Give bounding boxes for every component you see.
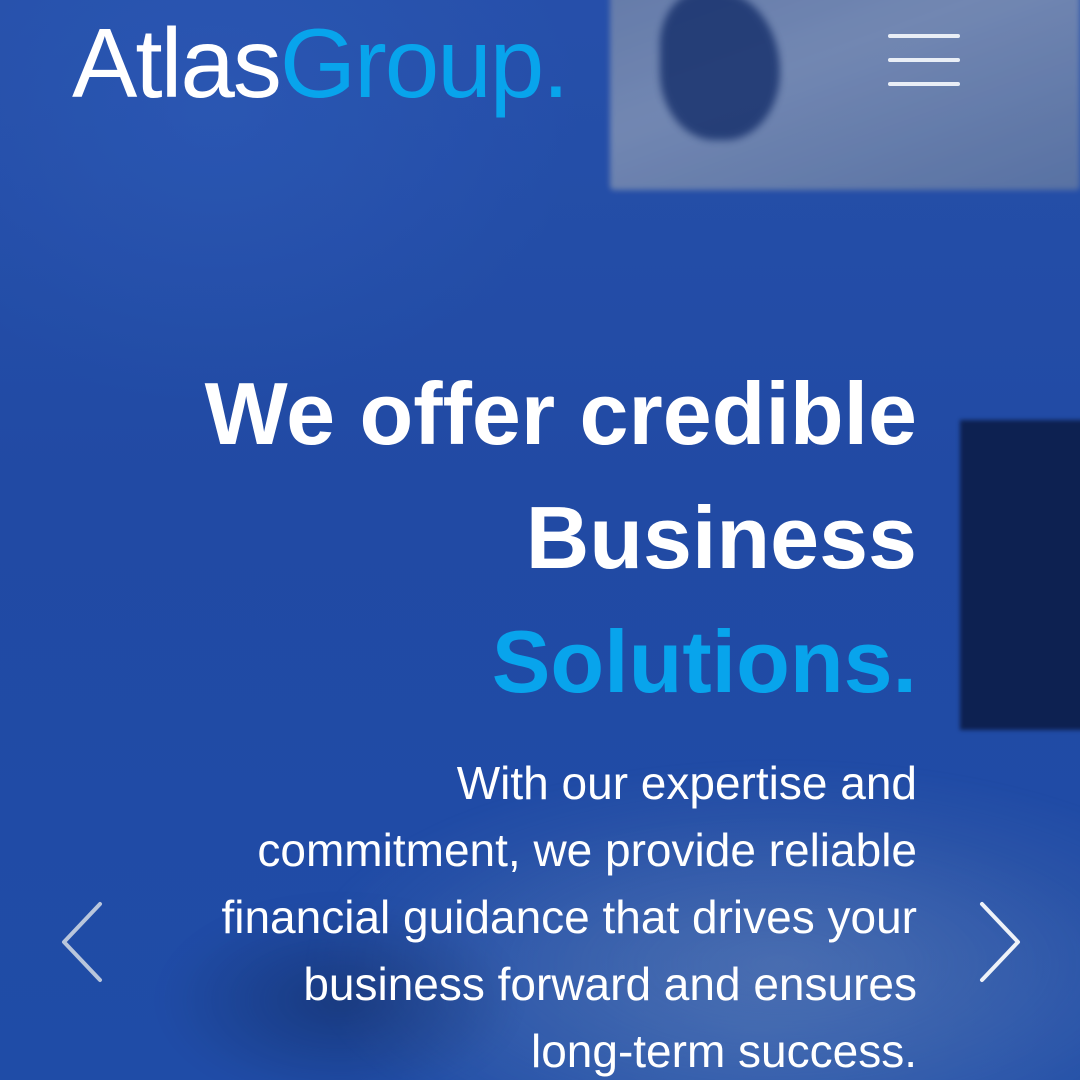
carousel-prev-button[interactable] <box>58 900 108 984</box>
hero-section: AtlasGroup. We offer credible Business S… <box>0 0 1080 1080</box>
description-line-2: commitment, we provide reliable <box>257 824 917 876</box>
carousel-next-button[interactable] <box>974 900 1024 984</box>
logo-dot: . <box>542 8 569 118</box>
chevron-left-icon <box>62 902 102 982</box>
chevron-right-icon <box>980 902 1020 982</box>
description-line-5: long-term success. <box>530 1025 917 1077</box>
description-line-1: With our expertise and <box>456 757 917 809</box>
brand-logo[interactable]: AtlasGroup. <box>72 8 570 118</box>
headline-line-3: Solutions. <box>491 612 917 711</box>
description-line-4: business forward and ensures <box>303 958 917 1010</box>
headline-line-1: We offer credible <box>204 364 917 463</box>
hero-description: With our expertise and commitment, we pr… <box>157 750 917 1080</box>
menu-bar-middle <box>888 58 960 62</box>
hamburger-menu-icon[interactable] <box>886 34 962 94</box>
logo-text-group: Group <box>279 8 544 118</box>
description-line-3: financial guidance that drives your <box>221 891 917 943</box>
headline-line-2: Business <box>525 488 917 587</box>
menu-bar-bottom <box>888 82 960 86</box>
menu-bar-top <box>888 34 960 38</box>
logo-text-atlas: Atlas <box>72 8 282 118</box>
hero-headline: We offer credible Business Solutions. <box>97 352 917 724</box>
